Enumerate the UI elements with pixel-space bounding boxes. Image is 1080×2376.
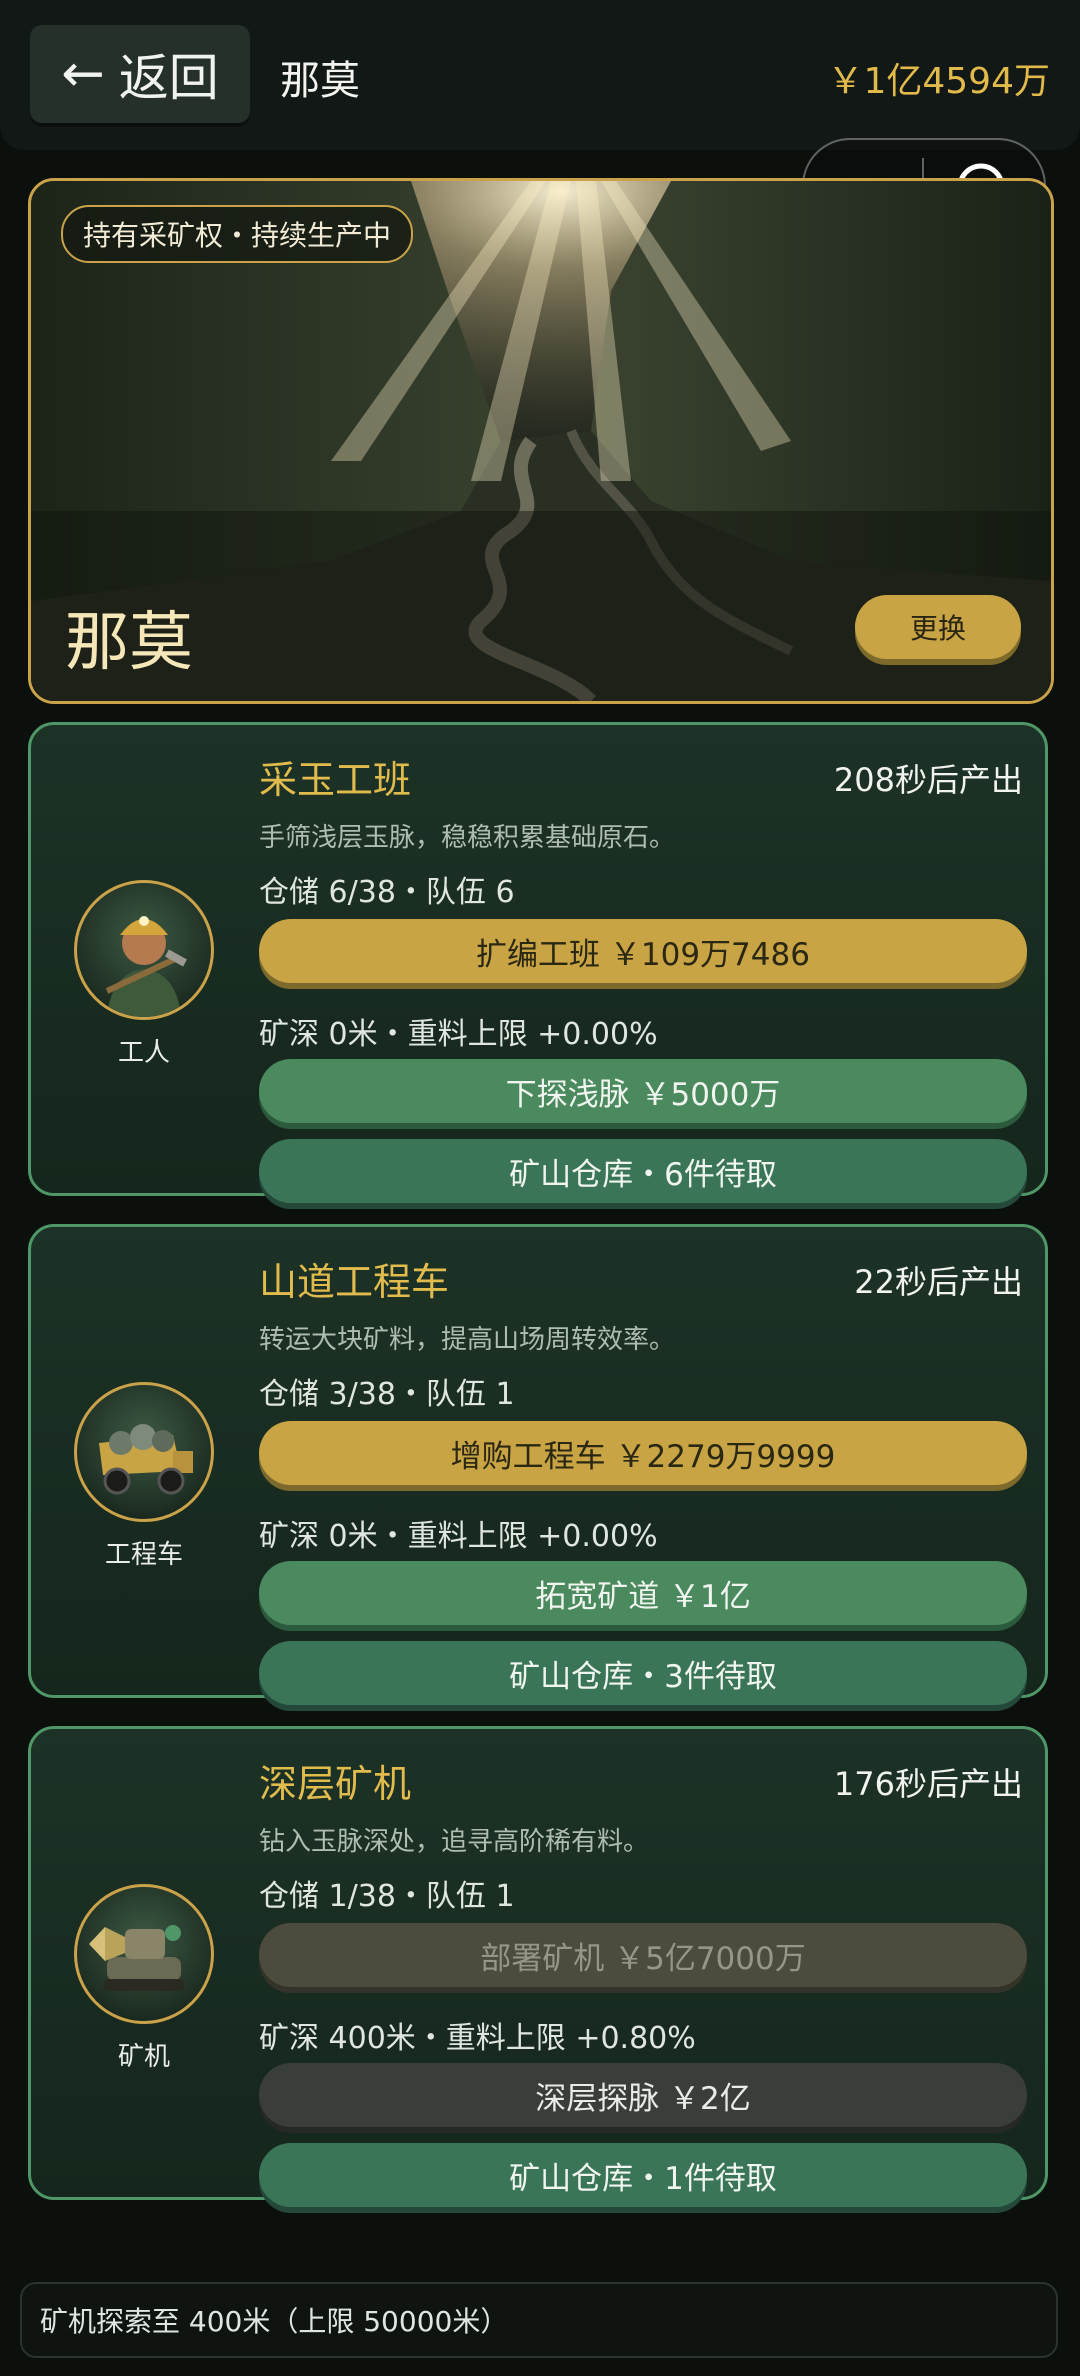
- production-timer: 22秒后产出: [854, 1263, 1023, 1301]
- card-title: 深层矿机: [259, 1762, 412, 1806]
- production-card-worker-crew: 工人 采玉工班 208秒后产出 手筛浅层玉脉，稳稳积累基础原石。 仓储 6/38…: [28, 722, 1048, 1203]
- widen-tunnel-button[interactable]: 拓宽矿道 ￥1亿: [259, 1561, 1027, 1625]
- warehouse-button[interactable]: 矿山仓库・6件待取: [259, 1139, 1027, 1203]
- buy-truck-button[interactable]: 增购工程车 ￥2279万9999: [259, 1421, 1027, 1485]
- expand-crew-button[interactable]: 扩编工班 ￥109万7486: [259, 919, 1027, 983]
- warehouse-button[interactable]: 矿山仓库・1件待取: [259, 2143, 1027, 2207]
- card-description: 转运大块矿料，提高山场周转效率。: [259, 1325, 676, 1355]
- avatar-container: 矿机: [71, 1884, 217, 2073]
- avatar-label: 工程车: [104, 1540, 183, 1570]
- arrow-left-icon: ←: [61, 44, 105, 104]
- page-title: 那莫: [280, 58, 360, 104]
- mine-banner: 持有采矿权・持续生产中 那莫 更换: [28, 178, 1054, 704]
- back-label: 返回: [118, 49, 219, 107]
- avatar-label: 矿机: [117, 2042, 170, 2072]
- card-description: 手筛浅层玉脉，稳稳积累基础原石。: [259, 823, 676, 853]
- top-bar: ← 返回 那莫 ￥1亿4594万: [0, 0, 1080, 150]
- avatar-container: 工程车: [71, 1382, 217, 1571]
- mine-name: 那莫: [65, 606, 193, 680]
- license-status-badge: 持有采矿权・持续生产中: [61, 205, 414, 263]
- depth-info: 矿深 0米・重料上限 +0.00%: [259, 1017, 658, 1052]
- production-card-engineering-truck: 工程车 山道工程车 22秒后产出 转运大块矿料，提高山场周转效率。 仓储 3/3…: [28, 1224, 1048, 1705]
- storage-info: 仓储 3/38・队伍 1: [259, 1377, 515, 1412]
- balance-display: ￥1亿4594万: [827, 61, 1050, 102]
- card-title: 采玉工班: [259, 758, 412, 802]
- production-timer: 176秒后产出: [833, 1765, 1023, 1803]
- avatar-label: 工人: [117, 1038, 170, 1068]
- card-description: 钻入玉脉深处，追寻高阶稀有料。: [259, 1827, 650, 1857]
- warehouse-button[interactable]: 矿山仓库・3件待取: [259, 1641, 1027, 1705]
- production-timer: 208秒后产出: [833, 761, 1023, 799]
- back-button[interactable]: ← 返回: [30, 25, 250, 123]
- exploration-status-bar: 矿机探索至 400米（上限 50000米）: [20, 2282, 1058, 2358]
- storage-info: 仓储 1/38・队伍 1: [259, 1879, 515, 1914]
- explore-shallow-vein-button[interactable]: 下探浅脉 ￥5000万: [259, 1059, 1027, 1123]
- change-mine-button[interactable]: 更换: [855, 595, 1021, 659]
- worker-avatar-icon: [74, 880, 214, 1020]
- dump-truck-avatar-icon: [74, 1382, 214, 1522]
- avatar-container: 工人: [71, 880, 217, 1069]
- depth-info: 矿深 400米・重料上限 +0.80%: [259, 2021, 696, 2056]
- deploy-drill-button[interactable]: 部署矿机 ￥5亿7000万: [259, 1923, 1027, 1987]
- card-title: 山道工程车: [259, 1260, 450, 1304]
- deep-explore-button[interactable]: 深层探脉 ￥2亿: [259, 2063, 1027, 2127]
- drill-machine-avatar-icon: [74, 1884, 214, 2024]
- storage-info: 仓储 6/38・队伍 6: [259, 875, 515, 910]
- production-card-deep-drill: 矿机 深层矿机 176秒后产出 钻入玉脉深处，追寻高阶稀有料。 仓储 1/38・…: [28, 1726, 1048, 2207]
- depth-info: 矿深 0米・重料上限 +0.00%: [259, 1519, 658, 1554]
